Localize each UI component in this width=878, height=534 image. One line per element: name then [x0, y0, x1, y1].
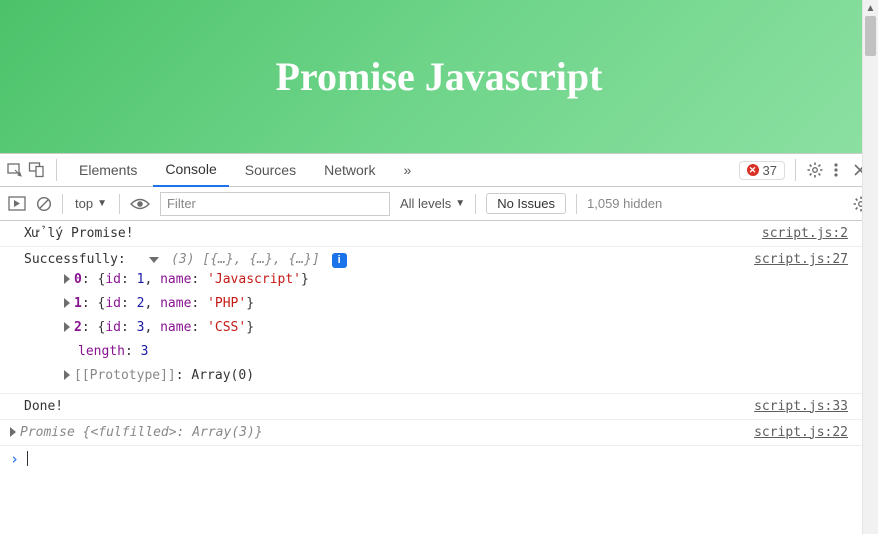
- chevron-right-icon[interactable]: [64, 298, 70, 308]
- chevron-right-icon[interactable]: [64, 274, 70, 284]
- separator: [62, 194, 63, 214]
- source-link[interactable]: script.js:2: [762, 226, 868, 241]
- context-selector[interactable]: top ▼: [73, 196, 109, 211]
- prompt-icon: ›: [10, 450, 19, 468]
- devtools-panel: Elements Console Sources Network » ✕ 37 …: [0, 153, 878, 472]
- page-title: Promise Javascript: [276, 53, 603, 100]
- source-link[interactable]: script.js:27: [754, 252, 868, 267]
- source-link[interactable]: script.js:33: [754, 399, 868, 414]
- error-badge[interactable]: ✕ 37: [739, 161, 785, 180]
- log-entry-array: Successfully: (3) [{…}, {…}, {…}] i 0: {…: [0, 247, 878, 393]
- log-prefix: Successfully:: [24, 252, 134, 267]
- tabs-overflow[interactable]: »: [391, 154, 423, 187]
- kebab-icon[interactable]: [828, 161, 844, 179]
- chevron-right-icon[interactable]: [64, 370, 70, 380]
- scroll-thumb[interactable]: [865, 16, 876, 56]
- error-icon: ✕: [747, 164, 759, 176]
- chevron-right-icon[interactable]: [10, 427, 16, 437]
- info-icon[interactable]: i: [332, 253, 347, 268]
- separator: [576, 194, 577, 214]
- log-entry: Done! script.js:33: [0, 393, 878, 420]
- console-output: Xử lý Promise! script.js:2 Successfully:…: [0, 221, 878, 472]
- tab-console[interactable]: Console: [153, 154, 228, 187]
- array-length: (3): [171, 252, 194, 267]
- chevron-right-icon[interactable]: [64, 322, 70, 332]
- promise-summary: Promise {<fulfilled>: Array(3)}: [20, 425, 263, 440]
- log-message: Xử lý Promise!: [24, 226, 762, 241]
- array-summary: [{…}, {…}, {…}]: [202, 252, 319, 267]
- sidebar-toggle-icon[interactable]: [8, 196, 26, 211]
- eye-icon[interactable]: [130, 197, 150, 211]
- chevron-down-icon[interactable]: [149, 257, 159, 263]
- inspect-icon[interactable]: [6, 161, 24, 179]
- hidden-count: 1,059 hidden: [587, 196, 662, 211]
- tab-network[interactable]: Network: [312, 154, 387, 187]
- log-entry: Xử lý Promise! script.js:2: [0, 221, 878, 247]
- chevron-down-icon: ▼: [455, 198, 465, 209]
- separator: [475, 194, 476, 214]
- error-count: 37: [763, 163, 777, 178]
- chevron-down-icon: ▼: [97, 198, 107, 209]
- clear-console-icon[interactable]: [36, 196, 52, 212]
- separator: [795, 159, 796, 181]
- source-link[interactable]: script.js:22: [754, 425, 868, 440]
- console-toolbar: top ▼ All levels ▼ No Issues 1,059 hidde…: [0, 187, 878, 221]
- separator: [119, 194, 120, 214]
- log-levels-selector[interactable]: All levels ▼: [400, 196, 465, 211]
- text-caret: [27, 451, 28, 466]
- gear-icon[interactable]: [806, 161, 824, 179]
- issues-button[interactable]: No Issues: [486, 193, 566, 214]
- tab-elements[interactable]: Elements: [67, 154, 149, 187]
- console-prompt[interactable]: ›: [0, 446, 878, 472]
- log-message: Done!: [24, 399, 754, 414]
- device-toggle-icon[interactable]: [28, 161, 46, 179]
- page-banner: Promise Javascript: [0, 0, 878, 153]
- devtools-tabbar: Elements Console Sources Network » ✕ 37: [0, 153, 878, 187]
- log-entry-promise: Promise {<fulfilled>: Array(3)} script.j…: [0, 420, 878, 446]
- scroll-up-icon[interactable]: ▲: [863, 0, 878, 16]
- scrollbar-vertical[interactable]: ▲: [862, 0, 878, 534]
- filter-input[interactable]: [160, 192, 390, 216]
- tab-sources[interactable]: Sources: [233, 154, 308, 187]
- separator: [56, 159, 57, 181]
